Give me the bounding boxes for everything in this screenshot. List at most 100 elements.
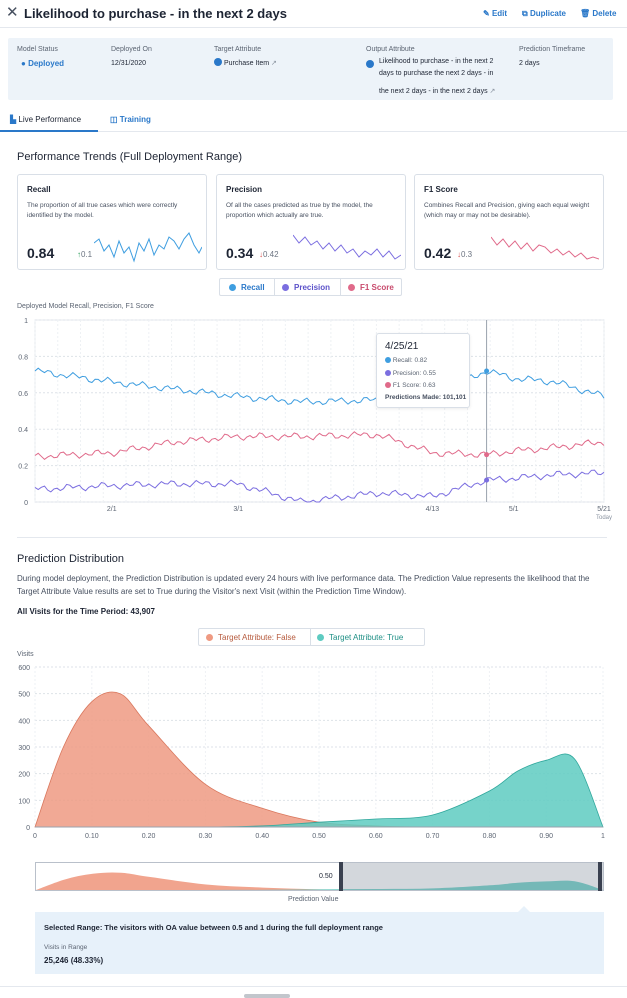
y-tick-label: 1 <box>24 318 28 325</box>
distribution-title: Prediction Distribution <box>17 553 124 565</box>
timeframe-value: 2 days <box>519 60 540 67</box>
external-link-icon: ↗ <box>271 60 277 67</box>
all-visits-text: All Visits for the Time Period: 43,907 <box>17 607 155 616</box>
tab-live-performance[interactable]: ▙ Live Performance <box>10 115 81 124</box>
tooltip-date: 4/25/21 <box>385 341 419 352</box>
page-title: Likelihood to purchase - in the next 2 d… <box>24 6 287 21</box>
selected-range-overlay[interactable] <box>340 863 603 890</box>
f1-card: F1 Score Combines Recall and Precision, … <box>414 174 604 270</box>
y-tick-label: 400 <box>18 718 30 725</box>
tooltip-recall: Recall: 0.82 <box>385 357 427 364</box>
range-handle-left[interactable] <box>339 862 343 891</box>
performance-legend: Recall Precision F1 Score <box>219 278 402 296</box>
x-tick-label: 0.70 <box>426 833 440 840</box>
x-tick-label: 4/13 <box>426 506 440 513</box>
card-delta: ↓0.3 <box>457 250 472 259</box>
legend-divider <box>340 279 341 295</box>
output-line: days to purchase the next 2 days - in <box>379 70 494 77</box>
card-delta: ↓0.42 <box>259 250 279 259</box>
visits-in-range-label: Visits in Range <box>44 944 88 951</box>
legend-recall[interactable]: Recall <box>229 283 265 292</box>
tab-bar: ▙ Live Performance ◫ Training <box>0 110 627 132</box>
recall-card: Recall The proportion of all true cases … <box>17 174 207 270</box>
delta-value: 0.42 <box>263 250 279 259</box>
legend-divider <box>310 629 311 645</box>
legend-true[interactable]: Target Attribute: True <box>317 633 403 642</box>
range-value: 0.50 <box>319 873 333 880</box>
legend-label: Target Attribute: True <box>329 633 404 642</box>
y-tick-label: 0 <box>24 500 28 507</box>
hover-point <box>484 477 490 483</box>
delta-value: 0.1 <box>81 250 93 259</box>
card-description: Of all the cases predicted as true by th… <box>226 202 373 219</box>
tab-training[interactable]: ◫ Training <box>110 115 151 124</box>
precision-dot <box>282 284 289 291</box>
tooltip-precision: Precision: 0.55 <box>385 370 436 377</box>
selected-range-panel: Selected Range: The visitors with OA val… <box>35 912 604 974</box>
hover-point <box>484 368 490 374</box>
tooltip-precision-text: Precision: 0.55 <box>392 370 436 377</box>
distribution-area-chart: 0 100 200 300 400 500 600 0 0.10 0.20 0.30 0.40 0.50… <box>18 665 605 840</box>
section-divider <box>17 537 607 538</box>
precision-dot <box>385 370 391 376</box>
y-tick-label: 0.8 <box>18 354 28 361</box>
line-chart-title: Deployed Model Recall, Precision, F1 Sco… <box>17 303 154 310</box>
legend-false[interactable]: Target Attribute: False <box>206 633 296 642</box>
edit-button[interactable]: ✎ Edit <box>483 9 507 18</box>
close-icon[interactable]: ✕ <box>6 3 19 21</box>
false-dot <box>206 634 213 641</box>
delete-button[interactable]: 🗑 Delete <box>580 9 616 18</box>
duplicate-label: Duplicate <box>529 9 566 18</box>
x-tick-label: 3/1 <box>233 506 243 513</box>
legend-precision[interactable]: Precision <box>282 283 330 292</box>
legend-f1[interactable]: F1 Score <box>348 283 394 292</box>
timeframe-label: Prediction Timeframe <box>519 46 586 53</box>
distribution-description: During model deployment, the Prediction … <box>17 574 590 596</box>
x-tick-label: 0.40 <box>255 833 269 840</box>
y-tick-label: 0.2 <box>18 464 28 471</box>
visits-in-range-value: 25,246 (48.33%) <box>44 956 104 965</box>
f1-dot <box>348 284 355 291</box>
y-tick-label: 100 <box>18 798 30 805</box>
external-link-icon: ↗ <box>487 88 496 95</box>
recall-line <box>34 367 605 406</box>
delete-label: Delete <box>592 9 617 18</box>
scrollbar-thumb[interactable] <box>244 994 290 998</box>
range-selector[interactable]: 0.50 <box>35 862 604 891</box>
edit-label: Edit <box>491 9 508 18</box>
y-tick-label: 0 <box>26 825 30 832</box>
performance-line-chart[interactable]: 0 0.2 0.4 0.6 0.8 1 2/1 3/1 4/13 5/1 5/21 Today <box>0 312 627 526</box>
status-badge: ● Deployed <box>21 59 65 68</box>
card-title: Precision <box>226 185 263 194</box>
bottom-divider <box>0 986 627 987</box>
tooltip-predictions: Predictions Made: 101,101 <box>385 394 467 401</box>
grid-icon: ◫ <box>110 115 118 124</box>
hover-point <box>484 452 490 458</box>
y-tick-label: 300 <box>18 745 30 752</box>
recall-dot <box>229 284 236 291</box>
duplicate-button[interactable]: ⧉ Duplicate <box>522 9 566 19</box>
true-dot <box>317 634 324 641</box>
plot-area <box>34 319 605 503</box>
f1-line <box>34 431 605 461</box>
y-tick-label: 0.6 <box>18 391 28 398</box>
y-tick-label: 0.4 <box>18 427 28 434</box>
y-axis-label: Visits <box>17 651 34 658</box>
model-info-panel: Model Status ● Deployed Deployed On 12/3… <box>8 38 613 100</box>
output-attribute-link[interactable]: Likelihood to purchase - in the next 2 d… <box>379 56 495 98</box>
card-title: Recall <box>27 185 51 194</box>
output-line: Likelihood to purchase - in the next 2 <box>379 58 494 65</box>
page-header: ✕ Likelihood to purchase - in the next 2… <box>0 0 627 28</box>
y-tick-label: 600 <box>18 665 30 672</box>
attribute-icon <box>214 58 222 66</box>
tab-label: Training <box>119 115 151 124</box>
deployed-on-value: 12/31/2020 <box>111 60 147 67</box>
legend-divider <box>274 279 275 295</box>
distribution-legend: Target Attribute: False Target Attribute… <box>198 628 425 646</box>
x-tick-label: 0.60 <box>369 833 383 840</box>
range-handle-right[interactable] <box>598 862 602 891</box>
tooltip-recall-text: Recall: 0.82 <box>392 357 428 364</box>
status-label: Model Status <box>17 46 58 53</box>
target-attribute-link[interactable]: Purchase Item ↗ <box>214 58 277 70</box>
x-tick-label: 5/1 <box>509 506 519 513</box>
